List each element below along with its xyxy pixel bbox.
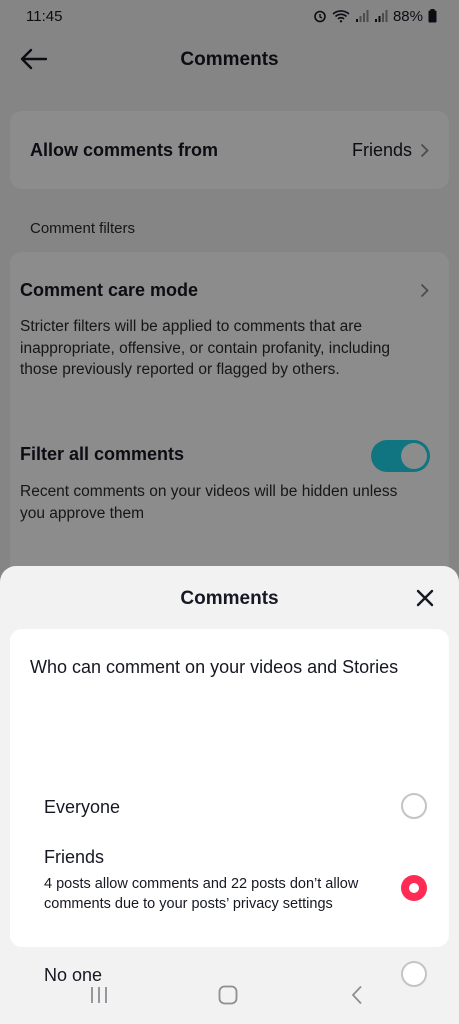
comment-permission-card: Who can comment on your videos and Stori…	[10, 629, 449, 987]
home-icon	[218, 985, 238, 1010]
close-button[interactable]	[411, 586, 439, 614]
who-can-comment-question: Who can comment on your videos and Stori…	[30, 657, 399, 677]
radio-button[interactable]	[401, 793, 427, 819]
radio-button-selected[interactable]	[401, 875, 427, 901]
system-back-button[interactable]	[340, 984, 374, 1010]
option-sublabel: 4 posts allow comments and 22 posts don’…	[44, 876, 359, 912]
option-friends[interactable]: Friends 4 posts allow comments and 22 po…	[10, 847, 449, 937]
back-icon	[351, 985, 363, 1010]
recent-apps-icon	[89, 986, 109, 1009]
option-everyone[interactable]: Everyone	[10, 789, 449, 823]
home-button[interactable]	[211, 984, 245, 1010]
system-nav-bar	[0, 966, 459, 1024]
comments-bottom-sheet: Comments Who can comment on your videos …	[0, 566, 459, 1024]
sheet-title: Comments	[180, 588, 279, 609]
recent-apps-button[interactable]	[82, 984, 116, 1010]
close-icon	[416, 589, 434, 612]
option-label: Everyone	[44, 797, 121, 817]
option-label: Friends	[44, 847, 105, 867]
